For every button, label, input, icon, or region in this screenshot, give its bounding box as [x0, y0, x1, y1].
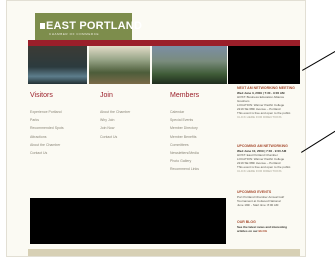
join-link[interactable]: Why Join [100, 116, 130, 124]
video-block-top[interactable] [228, 46, 300, 84]
visitors-link[interactable]: Contact Us [30, 149, 64, 157]
next-meeting-block: NEXT AM NETWORKING MEETING Wed June 3, 2… [237, 86, 301, 120]
join-link[interactable]: Contact Us [100, 133, 130, 141]
visitors-links: Experience Portland Parks Recommended Sp… [30, 108, 64, 157]
header-photo-gorge [152, 46, 227, 84]
header-photo-city [28, 46, 87, 84]
visitors-heading[interactable]: Visitors [30, 92, 53, 99]
members-link[interactable]: Member Benefits [170, 133, 199, 141]
upcoming-events-line: June 19th - Start time: 8:00 AM [237, 203, 279, 207]
blog-link[interactable]: BLOG [259, 229, 268, 233]
blog-text-prefix: articles on our [237, 229, 258, 233]
visitors-link[interactable]: Attractions [30, 133, 64, 141]
footer-bar [28, 249, 300, 256]
visitors-link[interactable]: Parks [30, 116, 64, 124]
members-heading[interactable]: Members [170, 92, 199, 99]
callout-line-bottom [301, 130, 335, 153]
upcoming-events-block: UPCOMING EVENTS Port Portland Chamber An… [237, 190, 301, 207]
logo-subtitle: CHAMBER OF COMMERCE [49, 32, 100, 36]
visitors-link[interactable]: Recommended Spots [30, 124, 64, 132]
next-meeting-directions-link[interactable]: CLICK HERE FOR DIRECTIONS [237, 115, 301, 120]
members-link[interactable]: Special Events [170, 116, 199, 124]
blog-text-2: articles on our BLOG [237, 229, 301, 233]
header-photo-waterfall [89, 46, 150, 84]
visitors-link[interactable]: Experience Portland [30, 108, 64, 116]
members-links: Calendar Special Events Member Directory… [170, 108, 199, 174]
visitors-link[interactable]: About the Chamber [30, 141, 64, 149]
upcoming-meeting-block: UPCOMING AM NETWORKING Wed June 10, 2009… [237, 144, 301, 174]
join-link[interactable]: About the Chamber [100, 108, 130, 116]
members-link[interactable]: Calendar [170, 108, 199, 116]
video-block-bottom[interactable] [30, 198, 226, 244]
join-heading[interactable]: Join [100, 92, 113, 99]
blog-block: OUR BLOG See the latest news and interes… [237, 220, 301, 233]
logo-title: EAST PORTLAND [40, 20, 142, 32]
join-links: About the Chamber Why Join Join Now Cont… [100, 108, 130, 141]
members-link[interactable]: Photo Gallery [170, 157, 199, 165]
members-link[interactable]: Committees [170, 141, 199, 149]
callout-line-top [302, 50, 335, 71]
chamber-logo[interactable]: EAST PORTLAND CHAMBER OF COMMERCE [35, 13, 142, 42]
members-link[interactable]: Newsletters/Media [170, 149, 199, 157]
join-link[interactable]: Join Now [100, 124, 130, 132]
members-link[interactable]: Recommend Links [170, 165, 199, 173]
members-link[interactable]: Member Directory [170, 124, 199, 132]
upcoming-meeting-directions-link[interactable]: CLICK HERE FOR DIRECTIONS [237, 169, 301, 174]
